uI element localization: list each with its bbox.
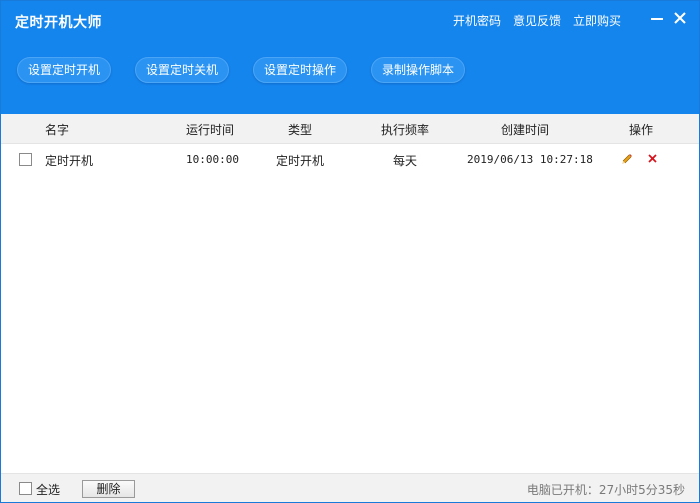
column-header-created: 创建时间 xyxy=(501,123,550,137)
column-header-run-time: 运行时间 xyxy=(186,123,235,137)
set-timed-shutdown-button[interactable]: 设置定时关机 xyxy=(135,57,229,83)
app-window: 定时开机大师 开机密码 意见反馈 立即购买 设置定时开机 设置定时关机 设置定时… xyxy=(0,0,700,503)
minimize-icon xyxy=(651,18,663,20)
row-type: 定时开机 xyxy=(276,154,325,168)
column-header-name: 名字 xyxy=(45,123,70,137)
boot-password-link[interactable]: 开机密码 xyxy=(453,12,501,29)
row-created: 2019/06/13 10:27:18 xyxy=(467,153,593,166)
select-all-label[interactable]: 全选 xyxy=(36,481,60,498)
select-all-checkbox[interactable] xyxy=(19,482,32,495)
set-timed-action-button[interactable]: 设置定时操作 xyxy=(253,57,347,83)
column-header-type: 类型 xyxy=(288,123,313,137)
feedback-link[interactable]: 意见反馈 xyxy=(513,12,561,29)
set-timed-boot-button[interactable]: 设置定时开机 xyxy=(17,57,111,83)
row-name: 定时开机 xyxy=(45,154,94,168)
close-button[interactable] xyxy=(671,9,689,27)
delete-x-icon xyxy=(648,154,657,163)
table-header: 名字 运行时间 类型 执行频率 创建时间 操作 xyxy=(1,114,699,144)
minimize-button[interactable] xyxy=(648,9,666,27)
row-frequency: 每天 xyxy=(393,154,418,168)
column-header-frequency: 执行频率 xyxy=(381,123,430,137)
row-run-time: 10:00:00 xyxy=(186,153,239,166)
footer-bar: 全选 删除 电脑已开机：27小时5分35秒 xyxy=(1,473,699,502)
edit-button[interactable] xyxy=(620,152,634,166)
close-icon xyxy=(674,12,686,24)
record-script-button[interactable]: 录制操作脚本 xyxy=(371,57,465,83)
header-bar: 定时开机大师 开机密码 意见反馈 立即购买 设置定时开机 设置定时关机 设置定时… xyxy=(1,1,699,114)
pencil-icon xyxy=(622,154,632,164)
delete-button[interactable]: 删除 xyxy=(82,480,135,498)
table-row: 定时开机 10:00:00 定时开机 每天 2019/06/13 10:27:1… xyxy=(1,144,699,174)
buy-now-link[interactable]: 立即购买 xyxy=(573,12,621,29)
app-title: 定时开机大师 xyxy=(15,15,102,31)
row-checkbox[interactable] xyxy=(19,153,32,166)
delete-row-button[interactable] xyxy=(646,152,660,166)
column-header-actions: 操作 xyxy=(629,123,654,137)
uptime-status: 电脑已开机：27小时5分35秒 xyxy=(526,483,685,497)
